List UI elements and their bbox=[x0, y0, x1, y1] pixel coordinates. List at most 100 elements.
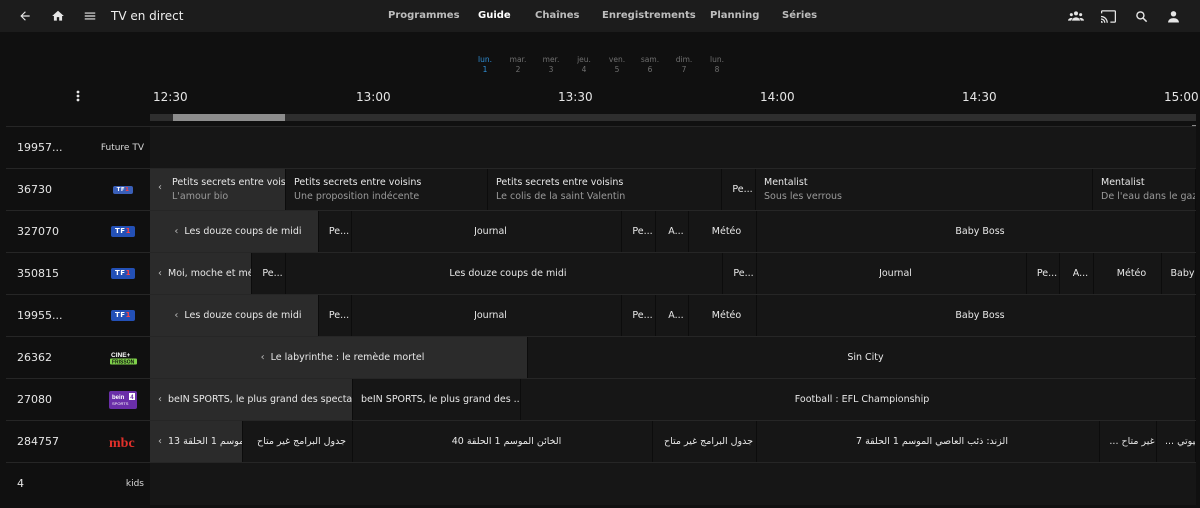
chevron-left-icon[interactable]: ‹ bbox=[158, 268, 162, 279]
program-cell[interactable]: Journal bbox=[352, 295, 622, 336]
program-cell[interactable]: Météo bbox=[689, 295, 757, 336]
program-cell[interactable]: Pe... bbox=[319, 295, 352, 336]
program-cell[interactable]: Football : EFL Championship bbox=[521, 379, 1196, 420]
channel-number[interactable]: 4 bbox=[17, 463, 24, 505]
back-arrow-icon[interactable] bbox=[16, 0, 34, 32]
program-cell[interactable]: جدول البرامج غير متاح bbox=[243, 421, 353, 462]
program-title: A... bbox=[668, 226, 684, 237]
channel-number[interactable]: 27080 bbox=[17, 379, 52, 421]
channel-number[interactable]: 19957... bbox=[17, 127, 62, 169]
program-cell[interactable]: A... bbox=[656, 295, 689, 336]
channel-name[interactable]: Future TV bbox=[101, 127, 144, 169]
program-cell[interactable]: beIN SPORTS, le plus grand des ... bbox=[353, 379, 521, 420]
program-title: ... غير متاح bbox=[1109, 436, 1155, 447]
program-cell[interactable]: Petits secrets entre voisins Le colis de … bbox=[488, 169, 722, 210]
timeline-scrollbar[interactable] bbox=[150, 114, 1196, 121]
channel-number[interactable]: 284757 bbox=[17, 421, 59, 463]
time-tick: 13:30 bbox=[558, 90, 593, 104]
channel-number[interactable]: 36730 bbox=[17, 169, 52, 211]
tab-chaines[interactable]: Chaînes bbox=[535, 0, 580, 32]
day-item[interactable]: mar. 2 bbox=[503, 55, 533, 75]
chevron-left-icon[interactable]: ‹ bbox=[158, 182, 162, 193]
timeline-scroll-thumb[interactable] bbox=[173, 114, 285, 121]
channel-name[interactable]: kids bbox=[126, 463, 144, 505]
program-cell[interactable]: ... بيوتي bbox=[1157, 421, 1196, 462]
program-cell[interactable]: Pe... bbox=[622, 211, 656, 252]
day-item[interactable]: ven. 5 bbox=[602, 55, 632, 75]
program-cell[interactable]: Pe... bbox=[723, 253, 757, 294]
program-cell[interactable]: جدول البرامج غير متاح bbox=[653, 421, 757, 462]
chevron-left-icon[interactable]: ‹ bbox=[261, 352, 265, 363]
search-icon[interactable] bbox=[1132, 0, 1150, 32]
program-cell[interactable]: Pe... bbox=[319, 211, 352, 252]
program-cell[interactable]: الخائن الموسم 1 الحلقة 40 bbox=[353, 421, 653, 462]
program-cell[interactable]: Journal bbox=[352, 211, 622, 252]
home-icon[interactable] bbox=[49, 0, 67, 32]
tab-programmes[interactable]: Programmes bbox=[388, 0, 460, 32]
channel-logo[interactable]: CINE+ FRISSON bbox=[106, 349, 140, 366]
chevron-left-icon[interactable]: ‹ bbox=[158, 394, 162, 405]
day-item[interactable]: lun. 1 bbox=[470, 55, 500, 75]
program-cell[interactable]: Pe... bbox=[1027, 253, 1060, 294]
day-item[interactable]: dim. 7 bbox=[669, 55, 699, 75]
program-cell[interactable]: ‹ موسم 1 الحلقة 13 bbox=[150, 421, 243, 462]
program-cell[interactable]: ‹ Petits secrets entre voisins L'amour bio bbox=[150, 169, 286, 210]
program-cell[interactable]: A... bbox=[1060, 253, 1094, 294]
channel-logo[interactable]: TF1 bbox=[106, 307, 140, 324]
chevron-left-icon[interactable]: ‹ bbox=[174, 226, 178, 237]
chevron-left-icon[interactable]: ‹ bbox=[158, 436, 162, 447]
program-cell[interactable]: ... غير متاح bbox=[1100, 421, 1157, 462]
tab-series[interactable]: Séries bbox=[782, 0, 817, 32]
tab-guide[interactable]: Guide bbox=[478, 0, 511, 32]
program-title: Pe... bbox=[733, 268, 754, 279]
program-cell[interactable]: ‹ Le labyrinthe : le remède mortel bbox=[150, 337, 528, 378]
program-cell[interactable]: Baby Boss bbox=[757, 295, 1196, 336]
program-title: Pe... bbox=[732, 184, 753, 195]
program-cell[interactable]: Petits secrets entre voisins Une proposit… bbox=[286, 169, 488, 210]
program-cell[interactable]: Baby bbox=[1162, 253, 1196, 294]
day-item[interactable]: sam. 6 bbox=[635, 55, 665, 75]
program-cell[interactable]: A... bbox=[656, 211, 689, 252]
program-cell[interactable]: ‹ Les douze coups de midi bbox=[150, 295, 319, 336]
program-cell[interactable]: الزند: ذئب العاصي الموسم 1 الحلقة 7 bbox=[757, 421, 1100, 462]
users-icon[interactable] bbox=[1067, 0, 1085, 32]
program-cell[interactable]: Mentalist Sous les verrous bbox=[756, 169, 1093, 210]
tab-planning[interactable]: Planning bbox=[710, 0, 759, 32]
day-item[interactable]: jeu. 4 bbox=[569, 55, 599, 75]
menu-icon[interactable] bbox=[81, 0, 99, 32]
day-item[interactable]: lun. 8 bbox=[702, 55, 732, 75]
channel-number[interactable]: 327070 bbox=[17, 211, 59, 253]
cast-icon[interactable] bbox=[1099, 0, 1117, 32]
time-tick: 14:30 bbox=[962, 90, 997, 104]
program-cell[interactable]: Météo bbox=[1094, 253, 1162, 294]
channel-logo[interactable]: TF1 bbox=[106, 265, 140, 282]
program-cell[interactable]: Pe... bbox=[722, 169, 756, 210]
channel-logo[interactable]: TF1 bbox=[106, 223, 140, 240]
program-cell[interactable]: Pe... bbox=[252, 253, 286, 294]
channel-number[interactable]: 26362 bbox=[17, 337, 52, 379]
program-cell[interactable]: ‹ Moi, moche et méchant bbox=[150, 253, 252, 294]
program-cell[interactable]: Sin City bbox=[528, 337, 1196, 378]
channel-logo[interactable]: TF1 bbox=[106, 181, 140, 198]
program-cell[interactable]: Les douze coups de midi bbox=[286, 253, 723, 294]
channel-number[interactable]: 350815 bbox=[17, 253, 59, 295]
program-title: beIN SPORTS, le plus grand des spectacle… bbox=[168, 394, 352, 405]
program-cell[interactable]: Mentalist De l'eau dans le gaz bbox=[1093, 169, 1196, 210]
user-icon[interactable] bbox=[1164, 0, 1182, 32]
cine-frisson-logo-icon: CINE+FRISSON bbox=[110, 352, 137, 365]
program-cell[interactable]: ‹ beIN SPORTS, le plus grand des spectacl… bbox=[150, 379, 353, 420]
channel-number[interactable]: 19955... bbox=[17, 295, 62, 337]
program-cell[interactable]: Journal bbox=[757, 253, 1027, 294]
mbc-logo-icon: mbc bbox=[109, 436, 135, 449]
program-title: ... بيوتي bbox=[1165, 436, 1195, 447]
channel-logo[interactable]: bein SPORTS 4 bbox=[106, 390, 140, 409]
chevron-left-icon[interactable]: ‹ bbox=[174, 310, 178, 321]
program-cell[interactable]: ‹ Les douze coups de midi bbox=[150, 211, 319, 252]
more-options-icon[interactable] bbox=[70, 88, 86, 104]
program-cell[interactable]: Baby Boss bbox=[757, 211, 1196, 252]
channel-logo[interactable]: mbc bbox=[106, 433, 140, 450]
day-item[interactable]: mer. 3 bbox=[536, 55, 566, 75]
tab-enregistrements[interactable]: Enregistrements bbox=[602, 0, 696, 32]
program-cell[interactable]: Météo bbox=[689, 211, 757, 252]
program-cell[interactable]: Pe... bbox=[622, 295, 656, 336]
